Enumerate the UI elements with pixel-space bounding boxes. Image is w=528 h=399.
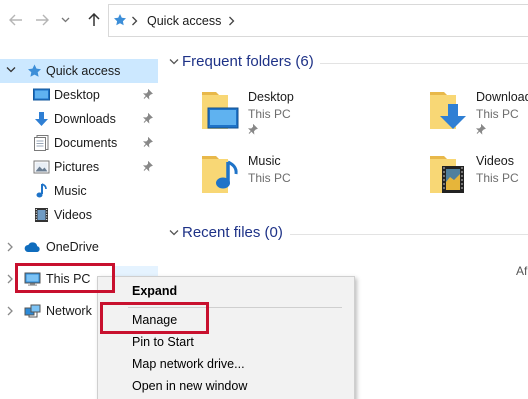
sidebar-item-label: Quick access [46, 64, 121, 78]
group-title: Recent files (0) [182, 224, 283, 241]
menu-item-open-new-window[interactable]: Open in new window [132, 379, 247, 393]
divider [290, 234, 528, 235]
sidebar-item-quick-access[interactable]: Quick access [0, 59, 158, 83]
group-title: Frequent folders (6) [182, 53, 314, 70]
sidebar-item-music[interactable]: Music [0, 179, 158, 203]
folder-name: Desktop [248, 90, 294, 104]
menu-item-pin-to-start[interactable]: Pin to Start [132, 335, 194, 349]
sidebar-item-label: Downloads [54, 112, 116, 126]
folder-tile-music[interactable]: Music This PC [200, 150, 400, 212]
folder-location: This PC [248, 171, 291, 185]
folder-location: This PC [248, 107, 291, 121]
chevron-down-icon[interactable] [169, 229, 179, 237]
pin-icon [248, 124, 258, 135]
sidebar-item-downloads[interactable]: Downloads [0, 107, 158, 131]
videos-folder-icon [430, 156, 464, 193]
chevron-right-icon[interactable] [6, 242, 14, 252]
folder-name: Videos [476, 154, 514, 168]
chevron-right-icon[interactable] [131, 16, 138, 26]
chevron-right-icon[interactable] [228, 16, 235, 26]
arrow-left-icon [9, 14, 22, 26]
pin-icon[interactable] [143, 137, 153, 148]
menu-item-map-network-drive[interactable]: Map network drive... [132, 357, 245, 371]
forward-button[interactable] [32, 10, 52, 30]
sidebar-item-label: Desktop [54, 88, 100, 102]
sidebar-item-documents[interactable]: Documents [0, 131, 158, 155]
folder-tile-desktop[interactable]: Desktop This PC [200, 86, 400, 148]
highlight-manage [100, 302, 209, 334]
cloud-icon [24, 242, 40, 252]
network-icon [24, 304, 41, 318]
menu-item-expand[interactable]: Expand [132, 284, 177, 298]
folder-name: Music [248, 154, 281, 168]
sidebar-item-desktop[interactable]: Desktop [0, 83, 158, 107]
chevron-down-icon [61, 17, 69, 23]
pin-icon[interactable] [143, 89, 153, 100]
recent-locations-button[interactable] [60, 10, 70, 30]
documents-icon [34, 135, 49, 151]
breadcrumb-quick-access[interactable]: Quick access [147, 14, 221, 28]
desktop-folder-icon [202, 92, 239, 129]
folder-name: Download [476, 90, 528, 104]
sidebar-item-label: Music [54, 184, 87, 198]
chevron-right-icon[interactable] [6, 306, 14, 316]
folder-location: This PC [476, 107, 519, 121]
music-folder-icon [202, 156, 238, 193]
sidebar-item-pictures[interactable]: Pictures [0, 155, 158, 179]
sidebar-item-onedrive[interactable]: OneDrive [0, 235, 158, 259]
pin-icon[interactable] [143, 161, 153, 172]
chevron-down-icon[interactable] [169, 58, 179, 66]
sidebar-item-label: Network [46, 304, 92, 318]
film-strip-icon [35, 208, 48, 222]
sidebar-item-label: Documents [54, 136, 118, 150]
star-icon [114, 14, 126, 26]
folder-location: This PC [476, 171, 519, 185]
folder-tile-downloads[interactable]: Download This PC [428, 86, 528, 148]
chevron-down-icon[interactable] [6, 66, 16, 74]
desktop-folder-icon [33, 88, 50, 101]
truncated-text: Af [516, 264, 528, 278]
music-note-icon [36, 183, 47, 198]
divider [320, 63, 528, 64]
arrow-right-icon [36, 14, 49, 26]
download-folder-icon [430, 92, 466, 129]
back-button[interactable] [6, 10, 26, 30]
star-icon [28, 64, 41, 77]
pin-icon [476, 124, 486, 135]
sidebar-item-videos[interactable]: Videos [0, 203, 158, 227]
pictures-icon [33, 160, 50, 174]
pin-icon[interactable] [143, 113, 153, 124]
arrow-up-icon [88, 13, 100, 26]
highlight-this-pc [15, 263, 115, 293]
sidebar-item-label: Pictures [54, 160, 100, 174]
recent-files-header[interactable]: Recent files (0) [160, 222, 528, 246]
frequent-folders-header[interactable]: Frequent folders (6) [160, 51, 528, 75]
folder-tile-videos[interactable]: Videos This PC [428, 150, 528, 212]
chevron-right-icon[interactable] [6, 274, 14, 284]
address-bar[interactable]: Quick access [108, 4, 528, 37]
navigation-bar: Quick access [0, 0, 528, 40]
download-arrow-icon [35, 112, 48, 126]
up-button[interactable] [84, 10, 104, 30]
context-menu: Expand Manage Pin to Start Map network d… [97, 276, 355, 399]
sidebar-item-label: OneDrive [46, 240, 99, 254]
sidebar-item-label: Videos [54, 208, 92, 222]
